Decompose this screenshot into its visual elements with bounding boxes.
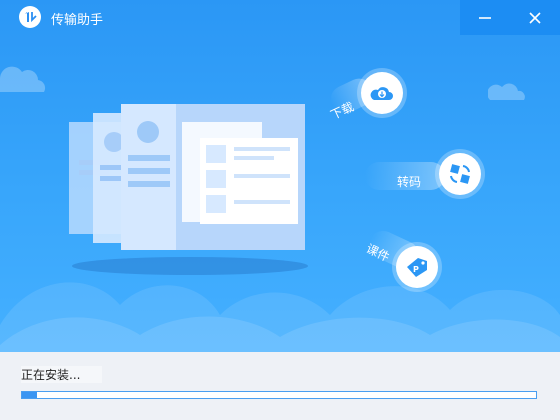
minimize-icon [479, 16, 491, 19]
install-progress-fill [22, 392, 38, 398]
window-controls [460, 0, 560, 35]
app-logo-icon [19, 6, 41, 28]
download-cloud-icon [361, 72, 403, 114]
svg-text:P: P [413, 265, 419, 274]
window-title: 传输助手 [51, 13, 104, 28]
install-footer: 正在安装... [0, 352, 560, 420]
transcode-icon [439, 153, 481, 195]
installer-window: 下载 转码 课件 P 传输助手 正在安装... [0, 0, 560, 420]
minimize-button[interactable] [460, 0, 510, 35]
hero-banner: 下载 转码 课件 P [0, 0, 560, 352]
install-progress-bar [21, 391, 537, 399]
close-button[interactable] [510, 0, 560, 35]
close-icon [529, 11, 541, 24]
courseware-icon: P [396, 246, 438, 288]
title-bar: 传输助手 [0, 0, 560, 35]
transcode-label: 转码 [397, 175, 422, 189]
install-status-text: 正在安装... [21, 366, 103, 383]
